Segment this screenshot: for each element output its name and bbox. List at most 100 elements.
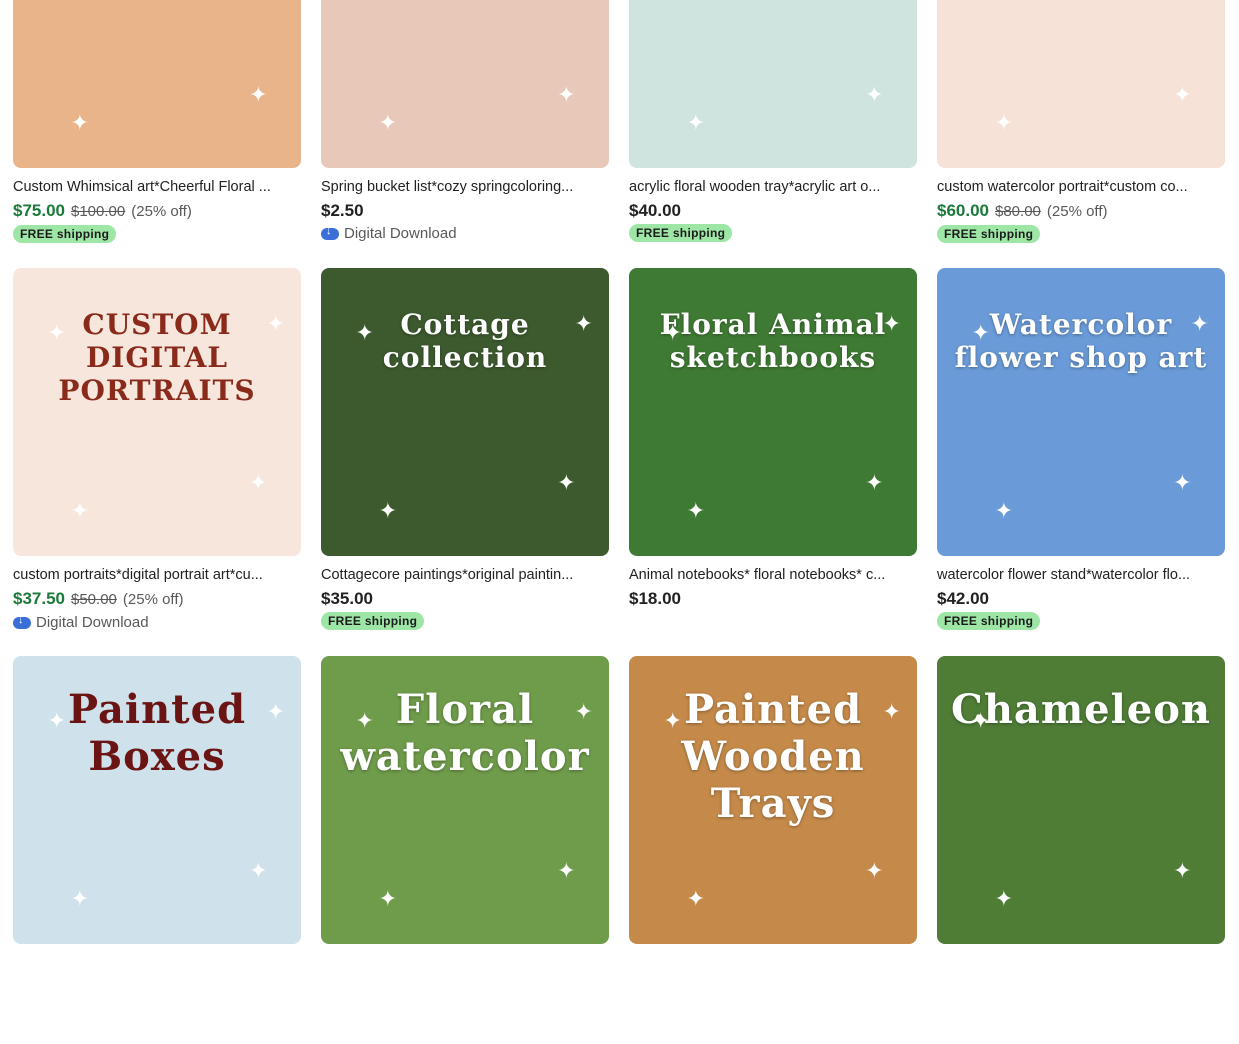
free-shipping-badge: FREE shipping — [937, 612, 1041, 630]
listing-price: $75.00 — [13, 201, 65, 220]
listing-card[interactable]: Painted Wooden Trays ✦ ✦ ✦ ✦ — [629, 656, 917, 1044]
sparkle-icon: ✦ — [355, 319, 374, 345]
sparkle-icon: ✦ — [1190, 311, 1209, 337]
listing-image[interactable]: Cottage collection ✦ ✦ ✦ ✦ — [321, 268, 609, 556]
sparkle-icon: ✦ — [994, 498, 1014, 524]
listing-image[interactable]: Floral Animal sketchbooks ✦ ✦ ✦ ✦ — [629, 268, 917, 556]
sparkle-icon: ✦ — [378, 498, 398, 524]
price-row: $60.00 $80.00 (25% off) — [937, 200, 1225, 223]
free-shipping-badge: FREE shipping — [937, 225, 1041, 243]
discount-percent: (25% off) — [122, 591, 184, 608]
listing-card[interactable]: Floral Animal sketchbooks ✦ ✦ ✦ ✦ Animal note… — [629, 268, 917, 656]
listing-image[interactable]: Watercolor flower shop art ✦ ✦ ✦ ✦ — [937, 268, 1225, 556]
price-row: $37.50 $50.00 (25% off) — [13, 588, 301, 611]
listing-image[interactable]: Paintings✦✦✦✦ — [13, 0, 301, 168]
discount-percent: (25% off) — [1046, 203, 1108, 220]
listing-title[interactable]: custom portraits*digital portrait art*cu… — [13, 566, 299, 584]
listing-card[interactable]: Cottage collection ✦ ✦ ✦ ✦ Cottagecore painti… — [321, 268, 609, 656]
listing-image[interactable]: Floral watercolor ✦ ✦ ✦ ✦ — [321, 656, 609, 944]
sparkle-icon: ✦ — [355, 707, 374, 733]
sparkle-icon: ✦ — [557, 81, 576, 107]
sparkle-icon: ✦ — [47, 319, 66, 345]
sparkle-icon: ✦ — [70, 110, 90, 136]
digital-download-text: Digital Download — [344, 225, 457, 242]
sparkle-icon: ✦ — [249, 469, 268, 495]
price-row: $35.00 — [321, 588, 609, 610]
sparkle-icon: ✦ — [378, 110, 398, 136]
sparkle-icon: ✦ — [971, 707, 990, 733]
listing-title[interactable]: Cottagecore paintings*original paintin..… — [321, 566, 607, 584]
original-price: $50.00 — [71, 591, 117, 608]
price-row: $2.50 — [321, 200, 609, 222]
sparkle-icon: ✦ — [686, 110, 706, 136]
sparkle-icon: ✦ — [574, 311, 593, 337]
listing-title[interactable]: Animal notebooks* floral notebooks* c... — [629, 566, 915, 584]
sparkle-icon: ✦ — [1173, 857, 1192, 883]
listing-price: $35.00 — [321, 589, 373, 608]
listing-card[interactable]: Painted Boxes ✦ ✦ ✦ ✦ — [13, 656, 301, 1044]
sparkle-icon: ✦ — [249, 81, 268, 107]
listing-title[interactable]: custom watercolor portrait*custom co... — [937, 178, 1223, 196]
sparkle-icon: ✦ — [266, 699, 285, 725]
sparkle-icon: ✦ — [971, 319, 990, 345]
listing-card[interactable]: CUSTOM DIGITAL PORTRAITS ✦ ✦ ✦ ✦ custom portr… — [13, 268, 301, 656]
listing-image[interactable]: Painted Wooden Trays ✦ ✦ ✦ ✦ — [629, 656, 917, 944]
listing-image[interactable]: ✦✦✦✦ — [321, 0, 609, 168]
cloud-download-icon — [13, 614, 31, 629]
listing-price: $37.50 — [13, 589, 65, 608]
listing-price: $42.00 — [937, 589, 989, 608]
price-row: $18.00 — [629, 588, 917, 610]
listing-image[interactable]: ✦✦✦✦ — [937, 0, 1225, 168]
original-price: $80.00 — [995, 203, 1041, 220]
listing-price: $40.00 — [629, 201, 681, 220]
sparkle-icon: ✦ — [1173, 469, 1192, 495]
listing-title[interactable]: acrylic floral wooden tray*acrylic art o… — [629, 178, 915, 196]
listing-image[interactable]: ✦✦✦✦ — [629, 0, 917, 168]
sparkle-icon: ✦ — [663, 319, 682, 345]
listing-card[interactable]: Paintings✦✦✦✦Custom Whimsical art*Cheerf… — [13, 0, 301, 268]
sparkle-icon: ✦ — [882, 699, 901, 725]
sparkle-icon: ✦ — [557, 469, 576, 495]
listing-title[interactable]: watercolor flower stand*watercolor flo..… — [937, 566, 1223, 584]
sparkle-icon: ✦ — [249, 857, 268, 883]
sparkle-icon: ✦ — [378, 886, 398, 912]
discount-percent: (25% off) — [131, 203, 192, 220]
sparkle-icon: ✦ — [663, 707, 682, 733]
sparkle-icon: ✦ — [574, 699, 593, 725]
sparkle-icon: ✦ — [1173, 81, 1192, 107]
listing-image[interactable]: CUSTOM DIGITAL PORTRAITS ✦ ✦ ✦ ✦ — [13, 268, 301, 556]
free-shipping-badge: FREE shipping — [13, 225, 117, 243]
sparkle-icon: ✦ — [686, 886, 706, 912]
price-row: $42.00 — [937, 588, 1225, 610]
listing-image[interactable]: Chameleon ✦ ✦ ✦ ✦ — [937, 656, 1225, 944]
original-price: $100.00 — [71, 203, 126, 220]
sparkle-icon: ✦ — [882, 311, 901, 337]
listing-card[interactable]: Floral watercolor ✦ ✦ ✦ ✦ — [321, 656, 609, 1044]
price-row: $75.00 $100.00 (25% off) — [13, 200, 301, 223]
listing-card[interactable]: Watercolor flower shop art ✦ ✦ ✦ ✦ watercolor… — [937, 268, 1225, 656]
cloud-download-icon — [321, 225, 339, 240]
listing-title[interactable]: Spring bucket list*cozy springcoloring..… — [321, 178, 607, 196]
sparkle-icon: ✦ — [994, 110, 1014, 136]
sparkle-icon: ✦ — [557, 857, 576, 883]
listing-card[interactable]: Chameleon ✦ ✦ ✦ ✦ — [937, 656, 1225, 1044]
sparkle-icon: ✦ — [1190, 699, 1209, 725]
listing-card[interactable]: ✦✦✦✦ acrylic floral wooden tray*acrylic a… — [629, 0, 917, 268]
listing-image[interactable]: Painted Boxes ✦ ✦ ✦ ✦ — [13, 656, 301, 944]
listing-card[interactable]: ✦✦✦✦custom watercolor portrait*custom co… — [937, 0, 1225, 268]
digital-download-text: Digital Download — [36, 614, 149, 631]
sparkle-icon: ✦ — [70, 886, 90, 912]
sparkle-icon: ✦ — [266, 311, 285, 337]
listing-title[interactable]: Custom Whimsical art*Cheerful Floral ... — [13, 178, 299, 196]
listing-price: $18.00 — [629, 589, 681, 608]
free-shipping-badge: FREE shipping — [629, 224, 733, 242]
listing-grid: Paintings✦✦✦✦Custom Whimsical art*Cheerf… — [13, 0, 1225, 1044]
sparkle-icon: ✦ — [47, 707, 66, 733]
sparkle-icon: ✦ — [865, 469, 884, 495]
listing-price: $60.00 — [937, 201, 989, 220]
listing-price: $2.50 — [321, 201, 364, 220]
sparkle-icon: ✦ — [994, 886, 1014, 912]
listing-card[interactable]: ✦✦✦✦Spring bucket list*cozy springcolori… — [321, 0, 609, 268]
sparkle-icon: ✦ — [70, 498, 90, 524]
sparkle-icon: ✦ — [686, 498, 706, 524]
